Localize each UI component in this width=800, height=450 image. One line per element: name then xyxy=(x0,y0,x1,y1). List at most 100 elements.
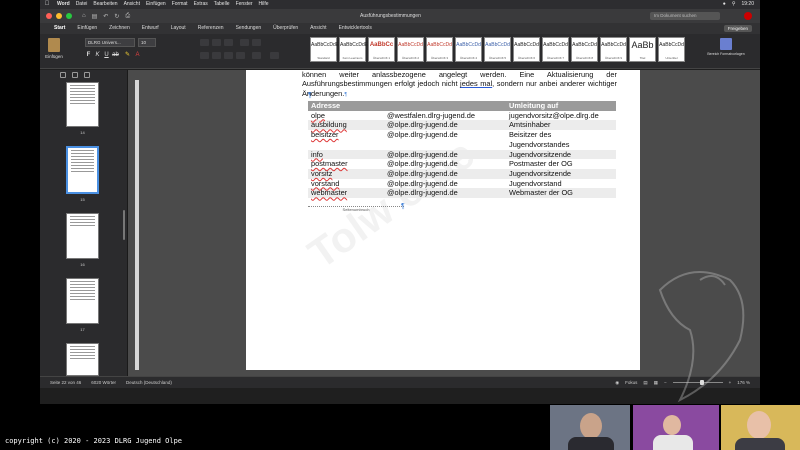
undo-icon[interactable]: ↶ xyxy=(103,13,108,20)
italic-button[interactable]: K xyxy=(94,52,101,59)
table-cell[interactable]: @westfalen.dlrg-jugend.de xyxy=(384,111,506,121)
table-cell[interactable]: info xyxy=(308,150,384,160)
page-thumbnail[interactable] xyxy=(66,278,99,324)
account-avatar[interactable] xyxy=(744,12,752,20)
page-thumbnail-selected[interactable] xyxy=(66,146,99,194)
clock[interactable]: 19:20 xyxy=(741,0,754,9)
align-left-button[interactable] xyxy=(200,52,209,59)
search-icon[interactable]: ⚲ xyxy=(732,0,736,9)
table-cell[interactable] xyxy=(308,140,384,150)
highlight-color-icon[interactable]: ✎ xyxy=(124,52,131,59)
table-cell[interactable]: ausbildung xyxy=(308,120,384,130)
tab-entwicklertools[interactable]: Entwicklertools xyxy=(333,23,378,34)
tab-einfuegen[interactable]: Einfügen xyxy=(71,23,103,34)
style-heading-3[interactable]: AaBbCcDd Überschrift 3 xyxy=(426,37,453,62)
focus-mode-label[interactable]: Fokus xyxy=(625,380,637,385)
zoom-window-button[interactable] xyxy=(66,13,72,19)
sidebar-scrollbar[interactable] xyxy=(123,210,125,240)
share-button[interactable]: Freigeben xyxy=(723,25,752,32)
table-cell[interactable]: olpe xyxy=(308,111,384,121)
line-spacing-button[interactable] xyxy=(252,52,261,59)
table-cell[interactable]: jugendvorsitz@olpe.dlrg.de xyxy=(506,111,616,121)
outline-view-icon[interactable] xyxy=(72,72,78,78)
strikethrough-button[interactable]: ab xyxy=(112,52,119,59)
increase-indent-button[interactable] xyxy=(252,39,261,46)
table-cell[interactable]: webmaster xyxy=(308,188,384,198)
table-cell[interactable]: Webmaster der OG xyxy=(506,188,616,198)
table-cell[interactable]: @olpe.dlrg-jugend.de xyxy=(384,188,506,198)
home-icon[interactable]: ⌂ xyxy=(82,13,86,20)
thumbnails-view-icon[interactable] xyxy=(60,72,66,78)
table-cell[interactable]: beisitzer xyxy=(308,130,384,140)
wifi-icon[interactable]: ● xyxy=(723,0,726,9)
underline-button[interactable]: U xyxy=(103,52,110,59)
minimize-window-button[interactable] xyxy=(56,13,62,19)
decrease-indent-button[interactable] xyxy=(240,39,249,46)
bullet-list-button[interactable] xyxy=(200,39,209,46)
menu-item-hilfe[interactable]: Hilfe xyxy=(256,0,272,9)
apple-icon[interactable]:  xyxy=(40,0,54,9)
style-heading-2[interactable]: AaBbCcDd Überschrift 2 xyxy=(397,37,424,62)
status-language[interactable]: Deutsch (Deutschland) xyxy=(116,380,172,385)
tab-start[interactable]: Start xyxy=(48,23,72,35)
status-word-count[interactable]: 6020 Wörter xyxy=(81,380,116,385)
style-heading-7[interactable]: AaBbCcDd Überschrift 7 xyxy=(542,37,569,62)
table-cell[interactable]: @olpe.dlrg-jugend.de xyxy=(384,130,506,140)
style-heading-9[interactable]: AaBbCcDd Überschrift 9 xyxy=(600,37,627,62)
table-cell[interactable]: @olpe.dlrg-jugend.de xyxy=(384,150,506,160)
body-paragraph[interactable]: können weiter anlassbezogene angelegt we… xyxy=(302,70,617,100)
table-cell[interactable]: Jugendvorsitzende xyxy=(506,150,616,160)
table-cell[interactable]: @olpe.dlrg-jugend.de xyxy=(384,169,506,179)
style-title[interactable]: AaBb Titel xyxy=(629,37,656,62)
close-window-button[interactable] xyxy=(46,13,52,19)
multilevel-list-button[interactable] xyxy=(224,39,233,46)
table-cell[interactable]: Jugendvorstandes xyxy=(506,140,616,150)
style-heading-8[interactable]: AaBbCcDd Überschrift 8 xyxy=(571,37,598,62)
page-thumbnail[interactable] xyxy=(66,82,99,127)
tab-referenzen[interactable]: Referenzen xyxy=(192,23,230,34)
page-thumbnail[interactable] xyxy=(66,343,99,376)
table-cell[interactable]: @olpe.dlrg-jugend.de xyxy=(384,120,506,130)
tab-zeichnen[interactable]: Zeichnen xyxy=(103,23,136,34)
tab-ansicht[interactable]: Ansicht xyxy=(304,23,332,34)
tab-entwurf[interactable]: Entwurf xyxy=(136,23,165,34)
document-page[interactable]: Tolw olpe können weiter anlassbezogene a… xyxy=(246,70,640,370)
numbered-list-button[interactable] xyxy=(212,39,221,46)
menu-item-ansicht[interactable]: Ansicht xyxy=(121,0,143,9)
menu-item-einfuegen[interactable]: Einfügen xyxy=(143,0,169,9)
style-heading-6[interactable]: AaBbCcDd Überschrift 6 xyxy=(513,37,540,62)
style-heading-1[interactable]: AaBbCc Überschrift 1 xyxy=(368,37,395,62)
align-center-button[interactable] xyxy=(212,52,221,59)
font-color-icon[interactable]: A xyxy=(134,52,141,59)
menu-item-bearbeiten[interactable]: Bearbeiten xyxy=(90,0,120,9)
table-cell[interactable]: postmaster xyxy=(308,159,384,169)
document-search-input[interactable]: Im Dokument suchen xyxy=(650,12,720,20)
menu-item-datei[interactable]: Datei xyxy=(73,0,91,9)
table-cell[interactable]: Postmaster der OG xyxy=(506,159,616,169)
menu-item-extras[interactable]: Extras xyxy=(191,0,211,9)
style-subtitle[interactable]: AaBbCcDd Untertitel xyxy=(658,37,685,62)
bold-button[interactable]: F xyxy=(85,52,92,59)
tab-sendungen[interactable]: Sendungen xyxy=(230,23,268,34)
table-cell[interactable]: Jugendvorstand xyxy=(506,179,616,189)
status-page-count[interactable]: Seite 22 von 46 xyxy=(40,380,81,385)
paste-button[interactable]: Einfügen xyxy=(40,34,68,69)
tab-ueberpruefen[interactable]: Überprüfen xyxy=(267,23,304,34)
menu-item-format[interactable]: Format xyxy=(169,0,191,9)
table-cell[interactable]: vorstand xyxy=(308,179,384,189)
tab-layout[interactable]: Layout xyxy=(165,23,192,34)
menu-item-fenster[interactable]: Fenster xyxy=(233,0,256,9)
style-kein-leerraum[interactable]: AaBbCcDdEe Kein Leerraum xyxy=(339,37,371,62)
table-cell[interactable]: Jugendvorsitzende xyxy=(506,169,616,179)
styles-pane-button[interactable]: Bereich Formatvorlagen xyxy=(706,38,746,64)
navigation-view-icon[interactable] xyxy=(84,72,90,78)
table-cell[interactable]: @olpe.dlrg-jugend.de xyxy=(384,179,506,189)
font-name-select[interactable]: DLRG Univers... xyxy=(85,38,135,47)
menu-item-word[interactable]: Word xyxy=(54,0,73,9)
save-icon[interactable]: ▤ xyxy=(92,13,98,20)
align-right-button[interactable] xyxy=(224,52,233,59)
style-standard[interactable]: AaBbCcDdE Standard xyxy=(310,37,339,62)
table-cell[interactable]: vorsitz xyxy=(308,169,384,179)
font-size-select[interactable]: 10 xyxy=(138,38,156,47)
shading-button[interactable] xyxy=(270,52,279,59)
